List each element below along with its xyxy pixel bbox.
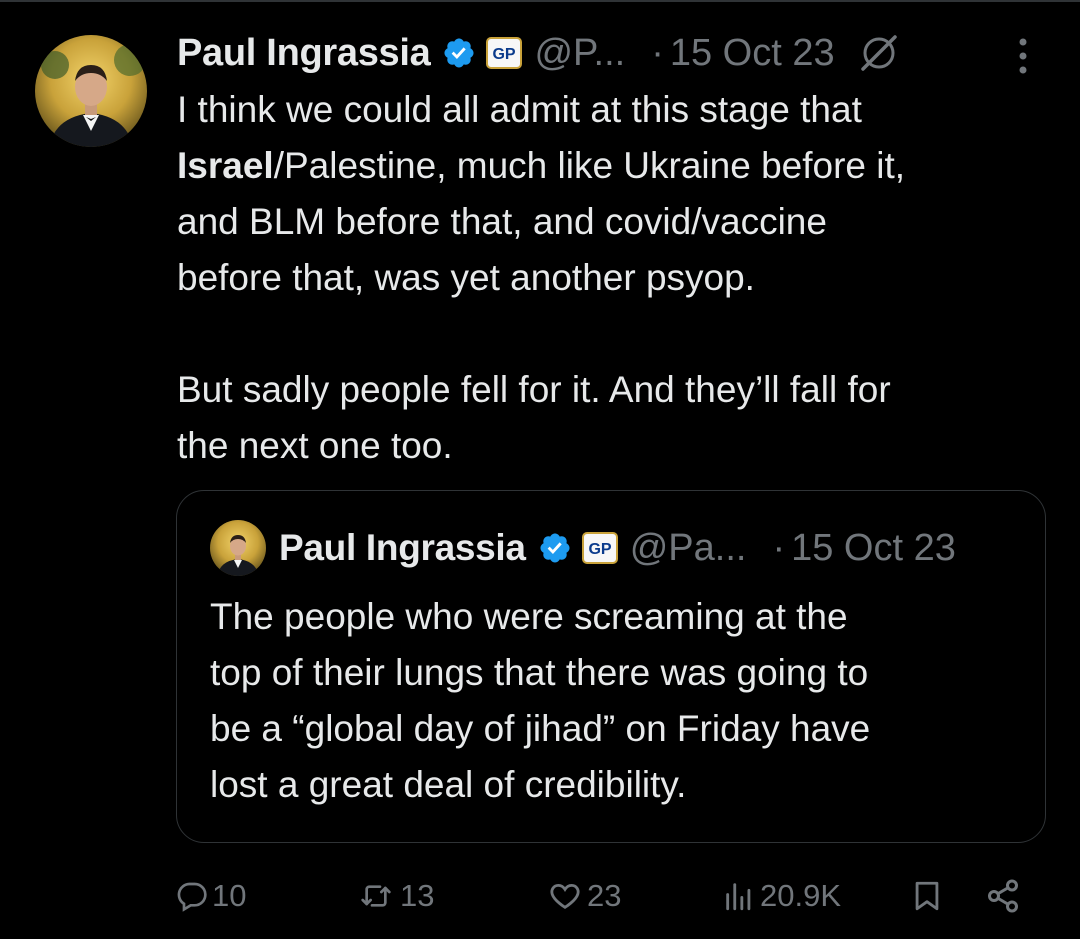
reply-button[interactable]: 10 bbox=[176, 866, 246, 926]
gp-badge-label: GP bbox=[493, 46, 516, 63]
views-count: 20.9K bbox=[760, 878, 842, 913]
quoted-tweet-text: The people who were screaming at the top… bbox=[210, 596, 871, 805]
separator-dot: · bbox=[772, 526, 786, 569]
tweet-date[interactable]: 15 Oct 23 bbox=[670, 32, 835, 75]
tweet-text: I think we could all admit at this stage… bbox=[177, 82, 1057, 474]
gp-badge-icon[interactable]: GP bbox=[486, 37, 523, 69]
quoted-author-name[interactable]: Paul Ingrassia bbox=[279, 527, 526, 569]
separator-dot: · bbox=[651, 31, 664, 74]
bookmark-button[interactable] bbox=[910, 866, 944, 926]
tweet-header: Paul Ingrassia GP @P... · 15 Oct 23 bbox=[177, 28, 1057, 78]
repost-button[interactable]: 13 bbox=[356, 866, 434, 926]
top-divider bbox=[0, 0, 1080, 2]
reply-count: 10 bbox=[212, 878, 247, 913]
verified-icon[interactable] bbox=[538, 531, 572, 565]
heart-icon bbox=[547, 879, 583, 913]
views-icon bbox=[722, 879, 756, 913]
author-name[interactable]: Paul Ingrassia bbox=[177, 32, 431, 75]
gp-badge-icon[interactable]: GP bbox=[581, 532, 618, 564]
more-icon[interactable] bbox=[1012, 36, 1034, 76]
quoted-tweet[interactable]: Paul Ingrassia GP @Pa... · 15 Oct 23 The… bbox=[176, 490, 1046, 843]
share-icon bbox=[984, 878, 1022, 914]
author-handle[interactable]: @P... bbox=[534, 32, 625, 75]
repost-count: 13 bbox=[400, 878, 435, 913]
quoted-tweet-header: Paul Ingrassia GP @Pa... · 15 Oct 23 bbox=[279, 523, 956, 573]
grok-icon[interactable] bbox=[857, 31, 901, 75]
like-button[interactable]: 23 bbox=[547, 866, 621, 926]
repost-icon bbox=[356, 880, 396, 912]
action-bar: 10 13 23 20.9K bbox=[0, 866, 1080, 926]
share-button[interactable] bbox=[984, 866, 1022, 926]
quoted-tweet-date[interactable]: 15 Oct 23 bbox=[791, 527, 956, 570]
quoted-author-avatar[interactable] bbox=[210, 520, 266, 576]
reply-icon bbox=[176, 880, 208, 912]
verified-icon[interactable] bbox=[442, 36, 476, 70]
quoted-author-handle[interactable]: @Pa... bbox=[630, 527, 747, 570]
author-avatar[interactable] bbox=[35, 35, 147, 147]
like-count: 23 bbox=[587, 878, 622, 913]
tweet-text-line1: I think we could all admit at this stage… bbox=[177, 89, 862, 130]
views-button[interactable]: 20.9K bbox=[722, 866, 841, 926]
bookmark-icon bbox=[910, 878, 944, 914]
tweet-text-bold: Israel bbox=[177, 145, 274, 186]
quoted-gp-badge-label: GP bbox=[588, 541, 611, 558]
tweet-text-rest: /Palestine, much like Ukraine before it,… bbox=[177, 145, 906, 466]
